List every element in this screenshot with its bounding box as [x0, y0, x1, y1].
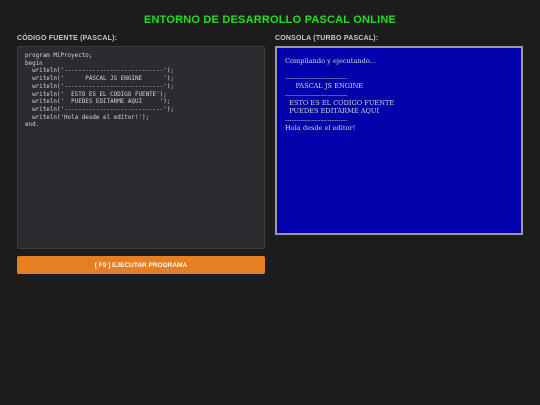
page-title: ENTORNO DE DESARROLLO PASCAL ONLINE	[143, 14, 397, 26]
code-editor[interactable]: program MiProyecto; begin writeln('-----…	[17, 46, 265, 249]
console-label: CONSOLA (TURBO PASCAL):	[275, 35, 379, 42]
editor-label: CÓDIGO FUENTE (PASCAL):	[17, 35, 118, 42]
console-output: Compilando y ejecutando... -------------…	[275, 46, 523, 235]
run-program-button[interactable]: [ F9 ] EJECUTAR PROGRAMA	[17, 256, 265, 274]
